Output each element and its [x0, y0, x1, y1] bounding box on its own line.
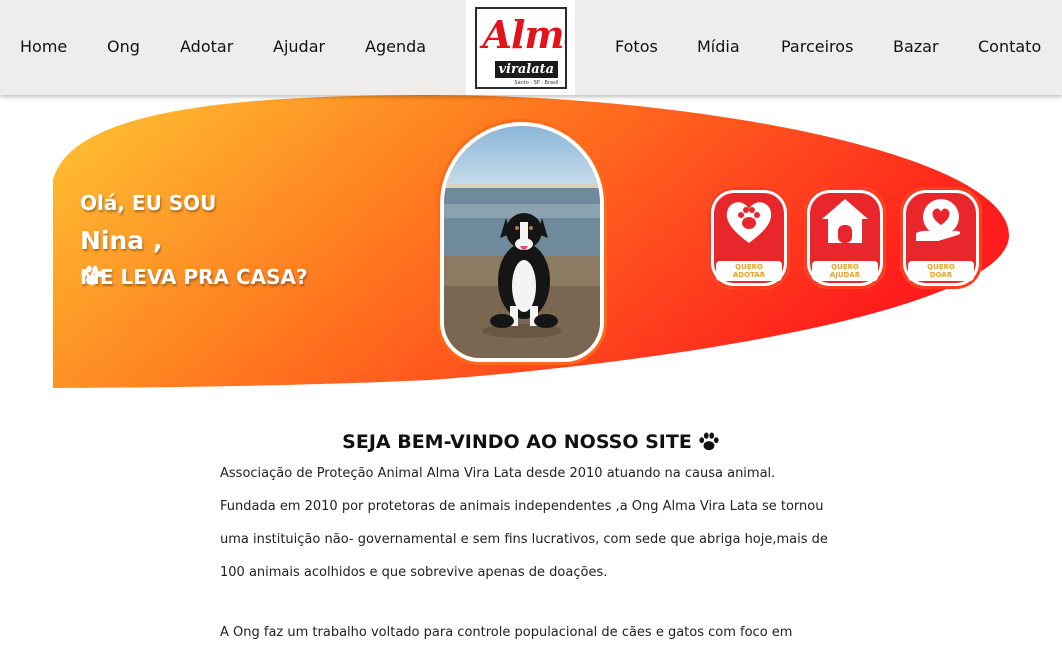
paw-icon	[81, 265, 103, 285]
logo-frame: Alma viralata Santo · SP · Brasil	[474, 6, 567, 89]
paw-icon	[699, 432, 719, 451]
quero-doar-button[interactable]: QUERO DOAR	[900, 187, 982, 289]
nav-fotos[interactable]: Fotos	[615, 37, 658, 56]
welcome-paragraph-1: Associação de Proteção Animal Alma Vira …	[220, 466, 845, 598]
welcome-heading: SEJA BEM-VINDO AO NOSSO SITE	[0, 431, 1062, 453]
hero-banner: Olá, EU SOU Nina , ME LEVA PRA CASA? QUE…	[0, 95, 1062, 395]
house-icon	[822, 199, 868, 243]
top-navigation: Home Ong Adotar Ajudar Agenda Alma viral…	[0, 0, 1062, 95]
cta-line2: ADOTAR	[732, 271, 766, 279]
nav-ong[interactable]: Ong	[107, 37, 140, 56]
site-logo[interactable]: Alma viralata Santo · SP · Brasil	[466, 0, 575, 95]
paw-heart-icon	[726, 202, 772, 243]
dog-photo	[440, 122, 604, 362]
nav-midia[interactable]: Mídia	[697, 37, 740, 56]
quero-ajudar-button[interactable]: QUERO AJUDAR	[804, 187, 886, 289]
cta-line1: QUERO	[927, 263, 955, 271]
nav-adotar[interactable]: Adotar	[180, 37, 233, 56]
nav-bazar[interactable]: Bazar	[893, 37, 939, 56]
hand-heart-icon	[916, 199, 961, 241]
logo-subtitle: viralata	[494, 60, 559, 78]
welcome-title: SEJA BEM-VINDO AO NOSSO SITE	[342, 431, 692, 453]
hero-greeting: Olá, EU SOU	[80, 191, 217, 215]
logo-tagline: Santo · SP · Brasil	[514, 79, 559, 86]
quero-doar-label: QUERO DOAR	[908, 261, 974, 281]
quero-ajudar-label: QUERO AJUDAR	[812, 261, 878, 281]
paragraph-line: Fundada em 2010 por protetoras de animai…	[220, 499, 824, 514]
quero-adotar-label: QUERO ADOTAR	[716, 261, 782, 281]
logo-title: Alma	[482, 11, 565, 57]
hero-question: ME LEVA PRA CASA?	[80, 265, 308, 289]
cta-line2: DOAR	[929, 271, 953, 279]
nav-contato[interactable]: Contato	[978, 37, 1041, 56]
paragraph-line: uma instituição não- governamental e sem…	[220, 532, 828, 547]
paragraph-line: 100 animais acolhidos e que sobrevive ap…	[220, 565, 608, 580]
cta-line1: QUERO	[735, 263, 763, 271]
welcome-paragraph-2: A Ong faz um trabalho voltado para contr…	[220, 625, 793, 640]
hero-question-text: ME LEVA PRA CASA?	[80, 265, 308, 289]
cta-line2: AJUDAR	[829, 271, 861, 279]
cta-line1: QUERO	[831, 263, 859, 271]
nav-home[interactable]: Home	[20, 37, 67, 56]
nav-parceiros[interactable]: Parceiros	[781, 37, 853, 56]
dog-illustration	[444, 126, 600, 358]
nav-agenda[interactable]: Agenda	[365, 37, 426, 56]
hero-pet-name: Nina ,	[80, 226, 163, 255]
nav-ajudar[interactable]: Ajudar	[273, 37, 325, 56]
quero-adotar-button[interactable]: QUERO ADOTAR	[708, 187, 790, 289]
paragraph-line: Associação de Proteção Animal Alma Vira …	[220, 466, 776, 481]
